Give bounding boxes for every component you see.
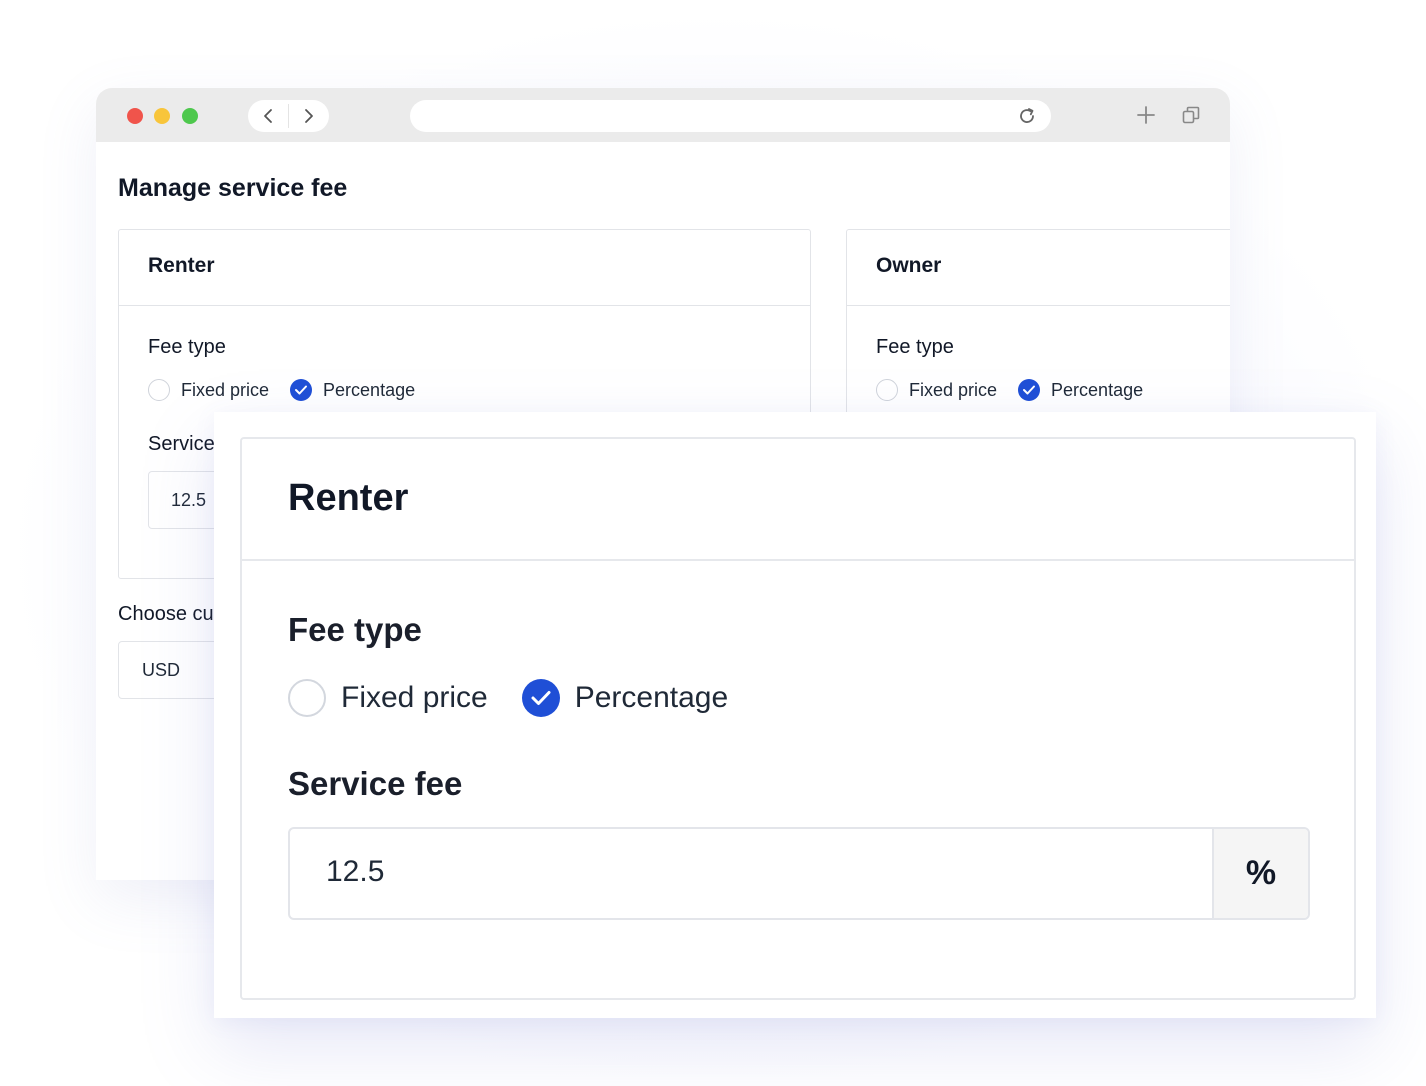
tabs-icon: [1182, 106, 1200, 124]
currency-value: USD: [142, 660, 181, 680]
maximize-window-button[interactable]: [182, 108, 198, 124]
zoom-fee-type-options: Fixed price Percentage: [288, 679, 728, 717]
check-icon: [295, 385, 308, 395]
renter-fee-type-options: Fixed price Percentage: [148, 379, 415, 401]
renter-fixed-price-radio[interactable]: [148, 379, 170, 401]
reload-icon: [1020, 108, 1034, 123]
currency-label: Choose cu: [118, 603, 214, 625]
navigation-buttons: [248, 100, 329, 132]
zoom-fee-type-label: Fee type: [288, 611, 422, 648]
zoom-panel: Renter Fee type Fixed price Percentage S…: [214, 412, 1376, 1018]
renter-service-fee-value: 12.5: [171, 490, 207, 510]
check-icon: [531, 691, 551, 705]
page-title: Manage service fee: [118, 174, 348, 202]
address-bar[interactable]: [410, 100, 1051, 132]
zoom-service-fee-input[interactable]: 12.5 %: [288, 827, 1310, 920]
owner-fixed-price-radio[interactable]: [876, 379, 898, 401]
owner-card-header: Owner: [847, 230, 1230, 306]
zoom-service-fee-value: 12.5: [326, 855, 385, 888]
renter-fee-type-label: Fee type: [148, 336, 226, 358]
close-window-button[interactable]: [127, 108, 143, 124]
back-button[interactable]: [248, 100, 288, 132]
forward-button[interactable]: [289, 100, 329, 132]
percent-unit-addon: %: [1212, 829, 1308, 918]
renter-card-header: Renter: [119, 230, 810, 306]
tab-overview-button[interactable]: [1181, 105, 1201, 125]
renter-percentage-label: Percentage: [323, 379, 416, 400]
zoom-service-fee-label: Service fee: [288, 765, 463, 802]
owner-percentage-label: Percentage: [1051, 379, 1144, 400]
owner-fixed-price-label: Fixed price: [909, 379, 998, 400]
zoom-fixed-price-radio[interactable]: [288, 679, 326, 717]
forward-arrow-icon: [305, 109, 313, 123]
check-icon: [1023, 385, 1036, 395]
zoom-renter-card-header: Renter: [242, 439, 1354, 561]
back-arrow-icon: [264, 109, 272, 123]
new-tab-button[interactable]: [1136, 105, 1156, 125]
browser-toolbar: [96, 88, 1230, 142]
zoom-renter-card: Renter Fee type Fixed price Percentage S…: [240, 437, 1356, 1000]
zoom-percentage-label: Percentage: [574, 681, 729, 714]
renter-card-title: Renter: [148, 254, 215, 277]
plus-icon: [1137, 106, 1155, 124]
owner-card-title: Owner: [876, 254, 942, 277]
zoom-fixed-price-label: Fixed price: [341, 681, 488, 714]
renter-percentage-radio[interactable]: [290, 379, 313, 401]
zoom-percentage-radio[interactable]: [521, 679, 560, 717]
owner-percentage-radio[interactable]: [1018, 379, 1041, 401]
renter-service-fee-label: Service: [148, 433, 215, 455]
minimize-window-button[interactable]: [154, 108, 170, 124]
zoom-renter-card-title: Renter: [288, 477, 409, 519]
owner-fee-type-options: Fixed price Percentage: [876, 379, 1143, 401]
reload-button[interactable]: [1017, 106, 1037, 126]
owner-fee-type-label: Fee type: [876, 336, 954, 358]
renter-fixed-price-label: Fixed price: [181, 379, 270, 400]
